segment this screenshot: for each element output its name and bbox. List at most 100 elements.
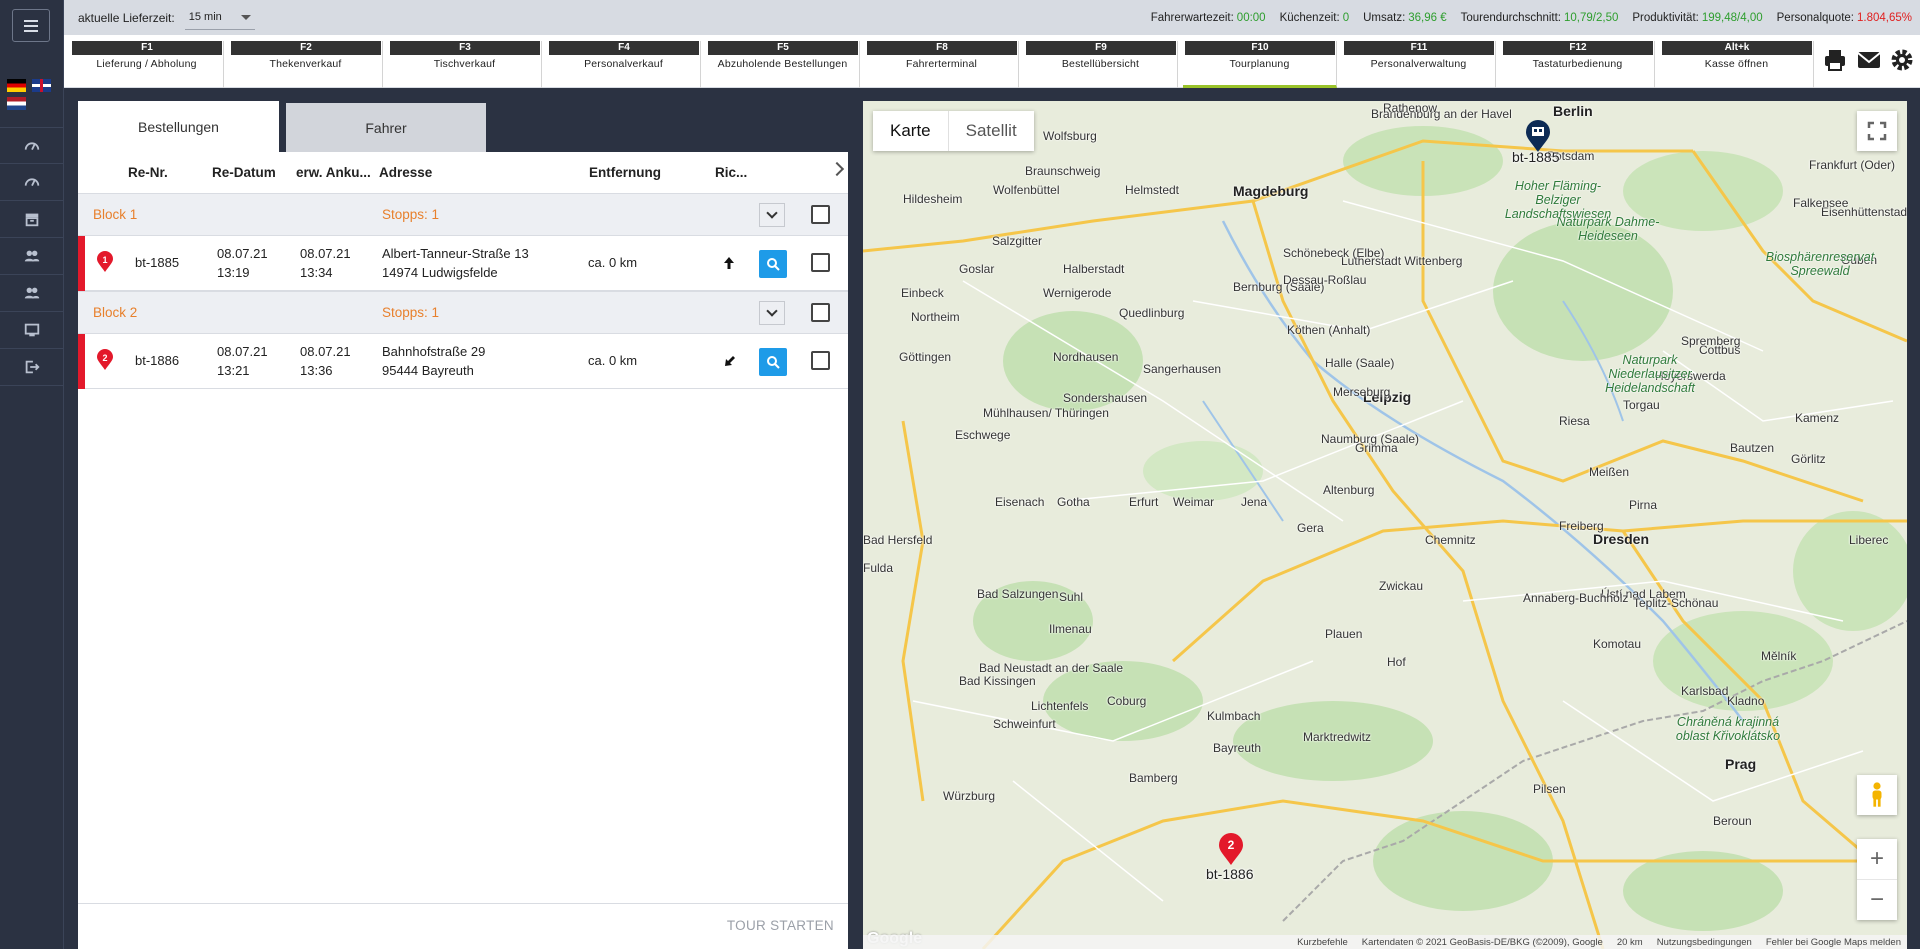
city-label-major: Berlin — [1553, 103, 1593, 119]
flag-nl-icon[interactable] — [7, 97, 26, 110]
locate-order-button[interactable] — [759, 250, 787, 278]
tab-label: Lieferung / Abholung — [96, 58, 197, 70]
map-view[interactable]: Berlin Leipzig Dresden Magdeburg Prag Wolfsbu… — [863, 101, 1907, 949]
attribution-shortcuts[interactable]: Kurzbefehle — [1297, 937, 1348, 948]
tab-f11[interactable]: F11 Personalverwaltung — [1342, 41, 1496, 88]
tab-key: Alt+k — [1662, 41, 1812, 55]
printer-icon[interactable] — [1822, 47, 1848, 73]
speedometer-icon — [24, 141, 40, 150]
sidebar-item-users[interactable] — [0, 238, 64, 275]
eta-date: 08.07.21 — [300, 344, 351, 359]
sidebar-item-statistics[interactable] — [0, 164, 64, 201]
tab-alt-k[interactable]: Alt+k Kasse öffnen — [1660, 41, 1814, 88]
city-label: Dessau-Roßlau — [1283, 273, 1367, 287]
block-expand-button[interactable] — [759, 203, 785, 227]
sidebar-item-archive[interactable] — [0, 201, 64, 238]
street-view-button[interactable] — [1857, 775, 1897, 815]
block-expand-button[interactable] — [759, 301, 785, 325]
map-pin-icon: 1 — [97, 251, 113, 272]
tab-key: F2 — [231, 41, 381, 55]
tab-label: Abzuholende Bestellungen — [717, 58, 848, 70]
tab-f10[interactable]: F10 Tourplanung — [1183, 41, 1337, 88]
logout-icon — [25, 360, 40, 374]
table-row[interactable]: 2 bt-1886 08.07.21 13:21 08.07.21 13:36 … — [78, 334, 848, 389]
city-label: Wolfenbüttel — [993, 183, 1060, 197]
zoom-control: + − — [1857, 839, 1897, 920]
address-city: 14974 Ludwigsfelde — [382, 265, 498, 280]
chevron-down-icon — [766, 207, 778, 219]
tab-f8[interactable]: F8 Fahrerterminal — [865, 41, 1019, 88]
zoom-in-button[interactable]: + — [1857, 839, 1897, 879]
sidebar-item-display[interactable] — [0, 312, 64, 349]
store-marker-icon[interactable] — [1525, 119, 1551, 153]
column-header-re-nr[interactable]: Re-Nr. — [128, 165, 168, 180]
address-street: Bahnhofstraße 29 — [382, 344, 486, 359]
column-header-re-datum[interactable]: Re-Datum — [212, 165, 276, 180]
city-label: Bad Neustadt an der Saale — [979, 661, 1124, 675]
city-label: Northeim — [911, 310, 960, 324]
tab-f12[interactable]: F12 Tastaturbedienung — [1501, 41, 1655, 88]
tab-label: Tourplanung — [1229, 58, 1290, 70]
tab-f1[interactable]: F1 Lieferung / Abholung — [70, 41, 224, 88]
tab-f5[interactable]: F5 Abzuholende Bestellungen — [706, 41, 860, 88]
tab-f4[interactable]: F4 Personalverkauf — [547, 41, 701, 88]
stop-marker-icon[interactable]: 2 — [1218, 832, 1244, 866]
hamburger-menu-button[interactable] — [12, 9, 50, 42]
order-checkbox[interactable] — [811, 253, 830, 272]
city-label: Halberstadt — [1063, 262, 1125, 276]
tour-start-button[interactable]: TOUR STARTEN — [727, 918, 834, 933]
attribution-report[interactable]: Fehler bei Google Maps melden — [1766, 937, 1901, 948]
column-header-richtung[interactable]: Ric... — [715, 165, 747, 180]
users-icon — [24, 250, 40, 262]
sidebar-item-dashboard[interactable] — [0, 127, 64, 164]
column-header-adresse[interactable]: Adresse — [379, 165, 432, 180]
kpi-label: Produktivität: — [1632, 11, 1699, 24]
eta-time: 13:34 — [300, 265, 333, 280]
tab-fahrer[interactable]: Fahrer — [286, 103, 486, 152]
city-label: Beroun — [1713, 814, 1752, 828]
marker-label: bt-1886 — [1206, 866, 1254, 882]
column-header-entfernung[interactable]: Entfernung — [589, 165, 661, 180]
chevron-right-icon[interactable] — [829, 161, 845, 177]
flag-uk-icon[interactable] — [32, 79, 51, 92]
city-label: Lichtenfels — [1031, 699, 1089, 713]
kpi-stats: Fahrerwartezeit: 00:00 Küchenzeit: 0 Umsatz:… — [1151, 12, 1912, 24]
city-label-major: Dresden — [1593, 531, 1650, 547]
map-type-satellit-button[interactable]: Satellit — [947, 111, 1034, 151]
tab-key: F9 — [1026, 41, 1176, 55]
locate-order-button[interactable] — [759, 348, 787, 376]
tab-label: Personalverkauf — [584, 58, 663, 70]
zoom-out-button[interactable]: − — [1857, 879, 1897, 919]
envelope-icon[interactable] — [1856, 47, 1882, 73]
flag-de-icon[interactable] — [7, 79, 26, 92]
city-label: Eisenach — [995, 495, 1045, 509]
tab-bestellungen[interactable]: Bestellungen — [78, 101, 279, 152]
tab-label: Thekenverkauf — [269, 58, 342, 70]
tab-f3[interactable]: F3 Tischverkauf — [388, 41, 542, 88]
column-header-eta[interactable]: erw. Anku... — [296, 165, 371, 180]
block-header: Block 2 Stopps: 1 — [78, 291, 848, 334]
table-row[interactable]: 1 bt-1885 08.07.21 13:19 08.07.21 13:34 … — [78, 236, 848, 291]
gear-icon[interactable] — [1889, 47, 1915, 73]
sidebar-item-staff[interactable] — [0, 275, 64, 312]
sidebar-item-logout[interactable] — [0, 349, 64, 386]
fullscreen-button[interactable] — [1857, 111, 1897, 151]
city-label: Frankfurt (Oder) — [1809, 158, 1896, 172]
tab-key: F3 — [390, 41, 540, 55]
attribution-terms[interactable]: Nutzungsbedingungen — [1657, 937, 1752, 948]
tab-f9[interactable]: F9 Bestellübersicht — [1024, 41, 1178, 88]
kpi-stat: Fahrerwartezeit: 00:00 — [1151, 12, 1266, 24]
order-checkbox[interactable] — [811, 351, 830, 370]
block-checkbox[interactable] — [811, 205, 830, 224]
city-label: Gotha — [1057, 495, 1090, 509]
city-label: Meißen — [1589, 465, 1630, 479]
delivery-time-select[interactable]: 15 min — [184, 6, 255, 30]
city-label: Bautzen — [1730, 441, 1775, 455]
city-label: Sondershausen — [1063, 391, 1148, 405]
map-type-karte-button[interactable]: Karte — [873, 111, 948, 151]
block-checkbox[interactable] — [811, 303, 830, 322]
kpi-value: 1.804,65% — [1857, 11, 1912, 24]
city-label: Schweinfurt — [993, 717, 1056, 731]
city-label: Teplitz-Schönau — [1633, 596, 1719, 610]
tab-f2[interactable]: F2 Thekenverkauf — [229, 41, 383, 88]
